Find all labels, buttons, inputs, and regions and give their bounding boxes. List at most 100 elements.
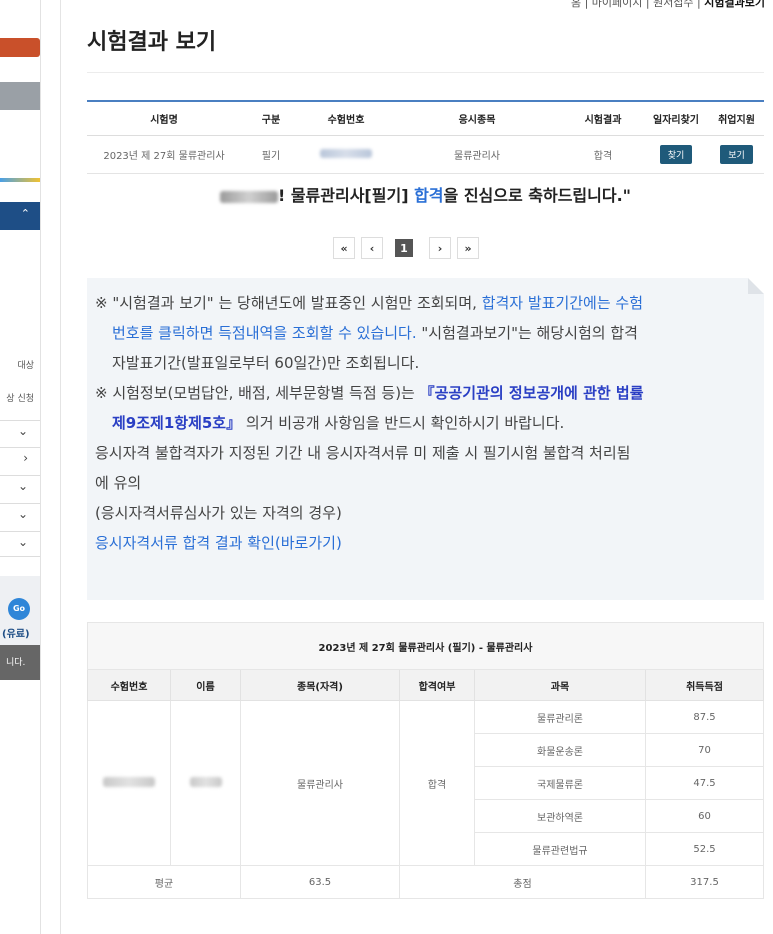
notice-paragraph-4: (응시자격서류심사가 있는 자격의 경우) [95,504,342,522]
col-course: 과목 [474,669,646,701]
table-row: 물류관리사 합격 물류관리론 87.5 [87,700,764,866]
exam-number-redacted [103,776,155,787]
breadcrumb-current: 시험결과보기 [704,0,765,9]
content-divider [60,0,61,934]
sidebar-label-apply: 상 신청 [6,394,34,404]
score-cell: 60 [645,799,764,833]
congrats-text-post: 을 진심으로 축하드립니다." [443,186,632,205]
course-cell: 국제물류론 [474,766,646,800]
sidebar-banner[interactable]: Go (유료) 니다. [0,576,40,680]
notice-paragraph-1-cont: 번호를 클릭하면 득점내역을 조회할 수 있습니다. "시험결과보기"는 해당시… [95,318,754,348]
sidebar-footer-text: 니다. [6,658,26,668]
score-cell: 52.5 [645,832,764,866]
notice-text: "시험결과보기"는 해당시험의 합격 [416,324,638,342]
score-caption: 2023년 제 27회 물류관리사 (필기) - 물류관리사 [87,622,764,670]
average-label: 평균 [87,865,241,899]
exam-number-cell[interactable] [301,135,391,174]
notice-paragraph-3-cont: 에 유의 [95,474,142,492]
go-badge[interactable]: Go [8,598,30,620]
type-cell: 필기 [241,135,301,174]
notice-paragraph-2-cont: 제9조제1항제5호』 의거 비공개 사항임을 반드시 확인하시기 바랍니다. [95,408,754,438]
document-result-link-text[interactable]: 응시자격서류 합격 결과 확인(바로가기) [95,534,342,552]
chevron-down-icon: ⌄ [17,535,28,549]
qualification-cell: 물류관리사 [240,700,400,866]
last-page-button[interactable]: » [457,237,479,259]
col-score: 취득득점 [645,669,764,701]
job-search-cell: 찾기 [643,135,709,174]
sidebar-item-2[interactable]: › [0,447,40,472]
notice-paragraph-3: 응시자격 불합격자가 지정된 기간 내 응시자격서류 미 제출 시 필기시험 불… [95,444,631,462]
notice-highlight: 번호를 클릭하면 득점내역을 조회할 수 있습니다. [112,324,417,342]
col-type: 구분 [241,101,301,136]
col-exam-number: 수험번호 [301,101,391,136]
name-cell [170,700,241,866]
sidebar-item-4[interactable]: ⌄ [0,503,40,528]
exam-result-table: 시험명 구분 수험번호 응시종목 시험결과 일자리찾기 취업지원 2023년 제… [87,100,764,174]
notice-text: ※ 시험정보(모범답안, 배점, 세부문항별 득점 등)는 [95,384,420,402]
score-cell: 47.5 [645,766,764,800]
prev-page-button[interactable]: ‹ [361,237,383,259]
col-job-search: 일자리찾기 [643,101,709,136]
chevron-up-icon: ⌃ [20,207,30,220]
summary-row: 평균 63.5 총점 317.5 [87,865,764,899]
law-reference: 『공공기관의 정보공개에 관한 법률 [419,384,644,402]
notice-paragraph-2: ※ 시험정보(모범답안, 배점, 세부문항별 득점 등)는 『공공기관의 정보공… [95,378,754,408]
average-value: 63.5 [240,865,400,899]
sidebar-banner-footer: 니다. [0,645,40,680]
col-subject: 응시종목 [391,101,563,136]
score-caption-row: 2023년 제 27회 물류관리사 (필기) - 물류관리사 [87,622,764,670]
pass-cell: 합격 [399,700,475,866]
score-detail-table: 2023년 제 27회 물류관리사 (필기) - 물류관리사 수험번호 이름 종… [87,622,764,899]
chevron-right-icon: › [23,451,28,465]
col-qualification: 종목(자격) [240,669,400,701]
law-reference: 제9조제1항제5호』 [112,414,242,432]
title-divider [87,72,764,73]
col-employment-support: 취업지원 [709,101,764,136]
document-result-link[interactable]: 응시자격서류 합격 결과 확인(바로가기) [95,528,754,558]
notice-text: ※ "시험결과 보기" 는 당해년도에 발표중인 시험만 조회되며, [95,294,482,312]
sidebar-gray-button[interactable] [0,82,40,110]
col-name: 이름 [170,669,241,701]
congrats-pass-text: 합격 [414,186,444,205]
name-redacted [219,190,278,203]
sidebar-item-3[interactable]: ⌄ [0,475,40,500]
sidebar-label-target: 대상 [17,361,34,371]
paid-label: (유료) [2,629,30,640]
support-cell: 보기 [709,135,764,174]
course-cell: 보관하역론 [474,799,646,833]
employment-support-button[interactable]: 보기 [720,145,753,164]
course-cell: 화물운송론 [474,733,646,767]
subject-cell: 물류관리사 [391,135,563,174]
next-page-button[interactable]: › [429,237,451,259]
table-row: 2023년 제 27회 물류관리사 필기 물류관리사 합격 찾기 보기 [87,135,764,174]
course-cell: 물류관련법규 [474,832,646,866]
chevron-down-icon: ⌄ [17,424,28,438]
sidebar-active-menu[interactable]: ⌃ [0,202,40,230]
page-1-button[interactable]: 1 [395,239,413,257]
col-exam-number: 수험번호 [87,669,171,701]
table-header-row: 시험명 구분 수험번호 응시종목 시험결과 일자리찾기 취업지원 [87,101,764,136]
exam-name-cell: 2023년 제 27회 물류관리사 [87,135,241,174]
col-pass: 합격여부 [399,669,475,701]
exam-number-redacted[interactable] [320,148,372,158]
folded-corner [748,278,764,294]
pagination: « ‹ 1 › » [333,236,479,260]
page-title: 시험결과 보기 [87,30,217,55]
notice-box: ※ "시험결과 보기" 는 당해년도에 발표중인 시험만 조회되며, 합격자 발… [87,278,764,600]
total-label: 총점 [399,865,646,899]
exam-number-cell [87,700,171,866]
sidebar-orange-button[interactable] [0,38,40,57]
sidebar-accent-line [0,178,40,182]
sidebar-item-1[interactable]: ⌄ [0,420,40,445]
job-search-button[interactable]: 찾기 [659,145,693,164]
sidebar-item-5[interactable]: ⌄ [0,531,40,557]
result-cell: 합격 [563,135,643,174]
first-page-button[interactable]: « [333,237,355,259]
breadcrumb: 홈 | 마이페이지 | 원서접수 | 시험결과보기 [571,0,765,10]
score-cell: 70 [645,733,764,767]
score-cell: 87.5 [645,700,764,734]
total-value: 317.5 [645,865,764,899]
congratulations-message: ! 물류관리사[필기] 합격을 진심으로 축하드립니다." [87,182,764,206]
notice-paragraph-1: ※ "시험결과 보기" 는 당해년도에 발표중인 시험만 조회되며, 합격자 발… [95,288,754,318]
breadcrumb-trail[interactable]: 홈 | 마이페이지 | 원서접수 | [571,0,701,9]
